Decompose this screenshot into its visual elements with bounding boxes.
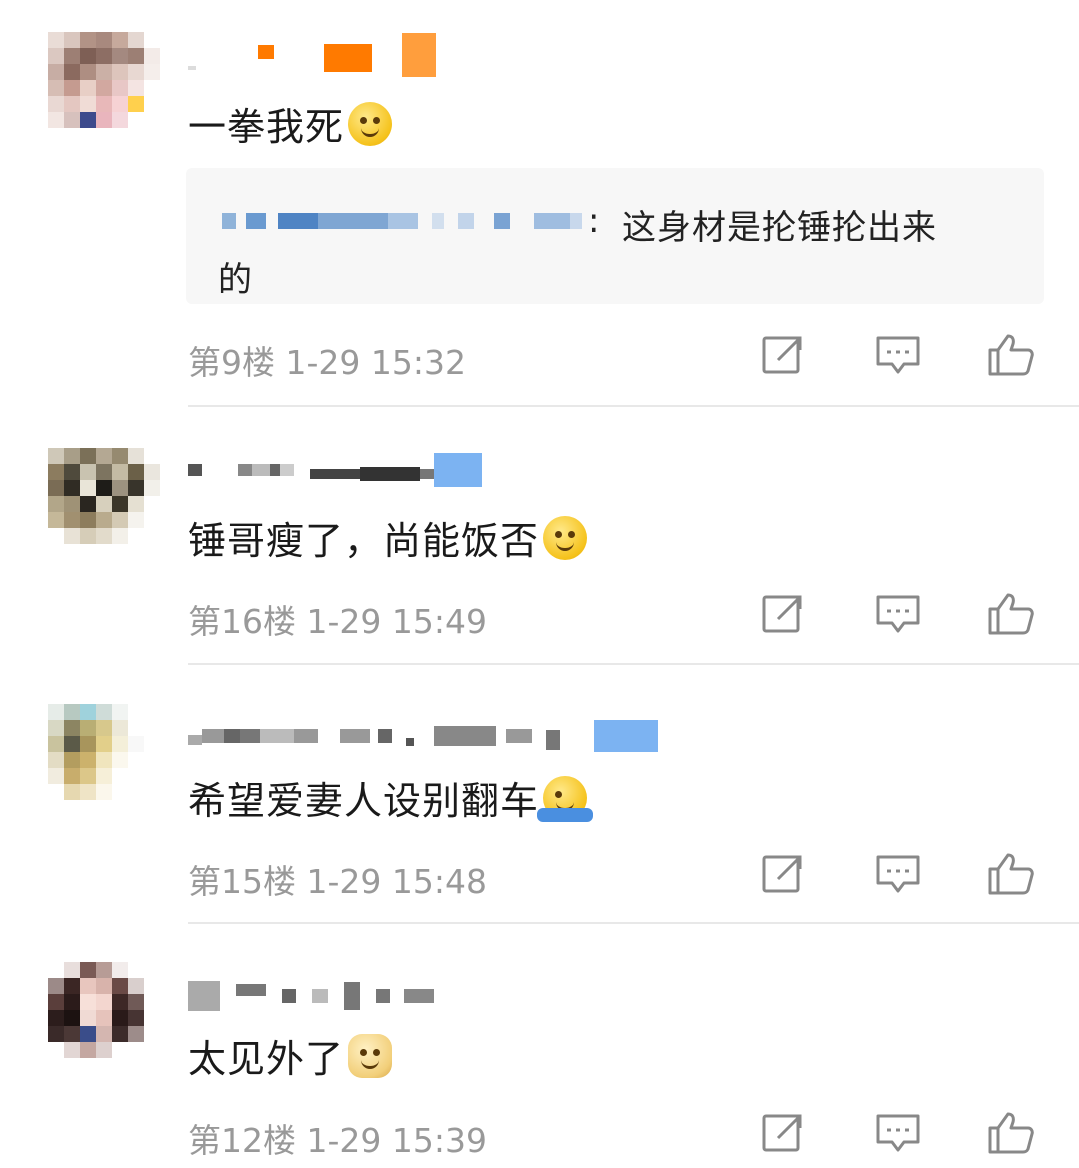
username-redacted[interactable]: [188, 976, 434, 1016]
avatar[interactable]: [48, 962, 160, 1074]
thumbs-up-icon[interactable]: [986, 589, 1034, 637]
divider: [188, 663, 1079, 665]
comment-actions: [0, 849, 1079, 909]
thumbs-up-icon[interactable]: [986, 330, 1034, 378]
avatar[interactable]: [48, 32, 160, 144]
comment-icon[interactable]: [874, 330, 922, 378]
comment-text: 太见外了: [188, 1028, 393, 1083]
smirk-face-icon: [543, 515, 588, 560]
quoted-text: 这身材是抡锤抡出来: [622, 208, 937, 248]
quoted-text-continued: 的: [218, 260, 253, 300]
divider: [188, 922, 1079, 924]
comment-text: 锤哥瘦了，尚能饭否: [188, 510, 588, 565]
thumbs-up-icon[interactable]: [986, 1108, 1034, 1156]
username-redacted[interactable]: [188, 716, 658, 756]
shrug-face-icon: [537, 775, 594, 822]
comment-text: 希望爱妻人设别翻车: [188, 770, 594, 825]
doge-icon: [348, 1033, 393, 1078]
comment-icon[interactable]: [874, 849, 922, 897]
hug-face-icon: [348, 101, 393, 146]
repost-icon[interactable]: [760, 1108, 808, 1156]
divider: [188, 405, 1079, 407]
repost-icon[interactable]: [760, 330, 808, 378]
repost-icon[interactable]: [760, 589, 808, 637]
avatar[interactable]: [48, 704, 160, 816]
thumbs-up-icon[interactable]: [986, 849, 1034, 897]
comment-actions: [0, 330, 1079, 390]
comment-actions: [0, 1108, 1079, 1168]
username-redacted[interactable]: [188, 450, 482, 490]
username-redacted[interactable]: [188, 33, 436, 78]
comment-actions: [0, 589, 1079, 649]
quoted-reply[interactable]: : 这身材是抡锤抡出来 的: [186, 168, 1044, 304]
avatar[interactable]: [48, 448, 160, 560]
comment-icon[interactable]: [874, 589, 922, 637]
quoted-username-redacted[interactable]: :: [222, 201, 599, 241]
comment-text: 一拳我死: [188, 96, 393, 151]
comment-icon[interactable]: [874, 1108, 922, 1156]
repost-icon[interactable]: [760, 849, 808, 897]
